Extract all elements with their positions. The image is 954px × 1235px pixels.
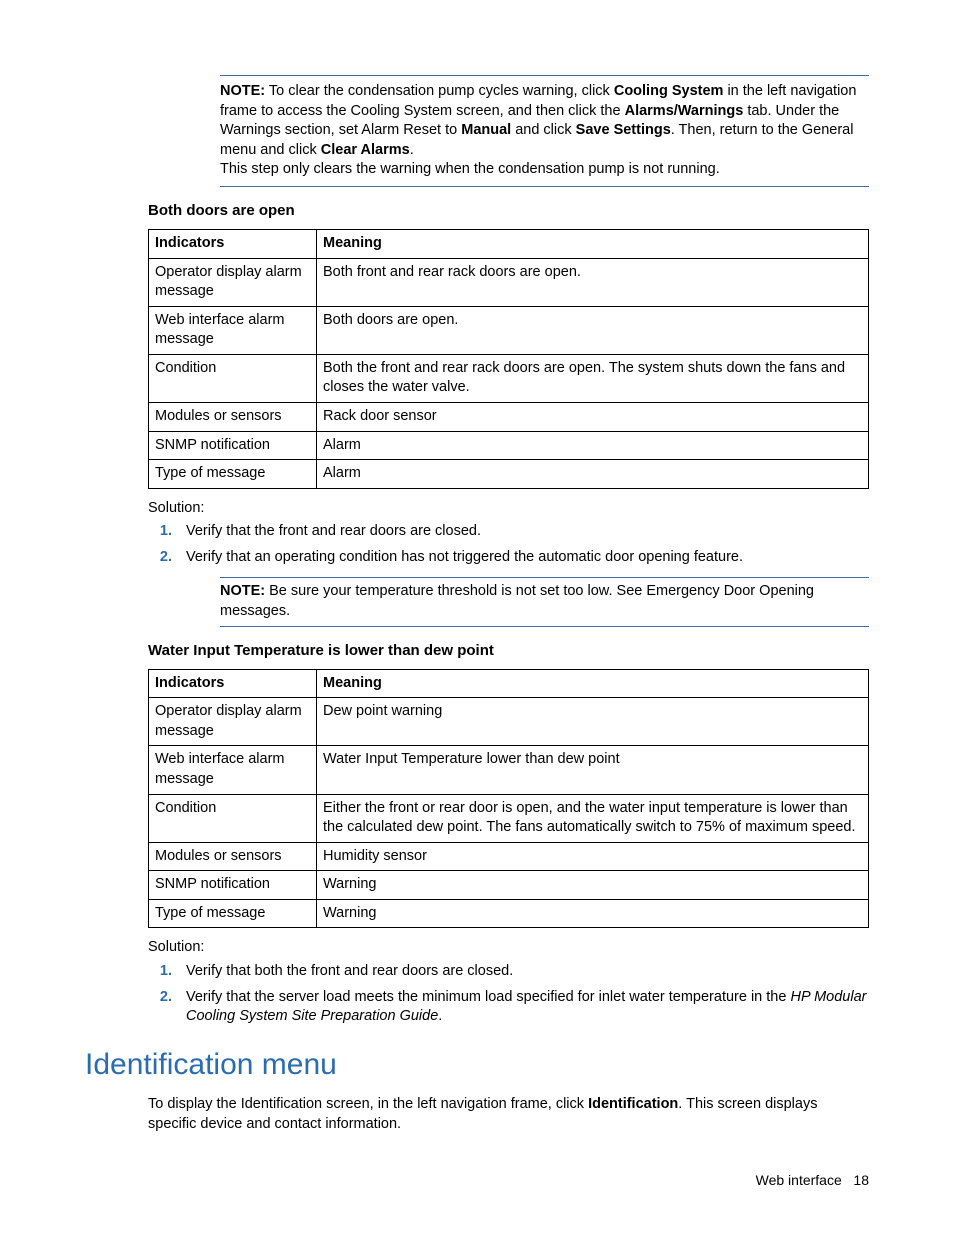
th-meaning: Meaning bbox=[317, 230, 869, 259]
list-item: Verify that an operating condition has n… bbox=[176, 548, 869, 568]
note-box-2: NOTE: Be sure your temperature threshold… bbox=[220, 577, 869, 626]
page-footer: Web interface 18 bbox=[756, 1171, 869, 1190]
footer-page: 18 bbox=[853, 1172, 869, 1188]
table-row: Operator display alarm messageDew point … bbox=[149, 698, 869, 746]
footer-label: Web interface bbox=[756, 1172, 842, 1188]
bold-text: Alarms/Warnings bbox=[625, 103, 744, 119]
table-header-row: Indicators Meaning bbox=[149, 669, 869, 698]
note-line2: This step only clears the warning when t… bbox=[220, 160, 869, 180]
note-text: . bbox=[410, 142, 414, 158]
table-row: Modules or sensorsHumidity sensor bbox=[149, 842, 869, 871]
list-item: Verify that both the front and rear door… bbox=[176, 962, 869, 982]
th-indicators: Indicators bbox=[149, 230, 317, 259]
table-row: Modules or sensorsRack door sensor bbox=[149, 403, 869, 432]
bold-text: Clear Alarms bbox=[321, 142, 410, 158]
table-water-input: Indicators Meaning Operator display alar… bbox=[148, 669, 869, 929]
list-item: Verify that the server load meets the mi… bbox=[176, 988, 869, 1027]
page-heading: Identification menu bbox=[85, 1045, 869, 1086]
table-row: SNMP notificationAlarm bbox=[149, 431, 869, 460]
bold-text: Cooling System bbox=[614, 83, 724, 99]
solution-steps-1: Verify that the front and rear doors are… bbox=[148, 522, 869, 567]
table-row: SNMP notificationWarning bbox=[149, 871, 869, 900]
table-row: Web interface alarm messageBoth doors ar… bbox=[149, 306, 869, 354]
table-row: ConditionEither the front or rear door i… bbox=[149, 794, 869, 842]
bold-text: Save Settings bbox=[576, 122, 671, 138]
solution-steps-2: Verify that both the front and rear door… bbox=[148, 962, 869, 1027]
th-indicators: Indicators bbox=[149, 669, 317, 698]
note-text: Be sure your temperature threshold is no… bbox=[220, 583, 814, 619]
bold-text: Identification bbox=[588, 1096, 678, 1112]
section-title-1: Both doors are open bbox=[148, 201, 869, 221]
note-text: and click bbox=[511, 122, 575, 138]
note-label: NOTE: bbox=[220, 83, 265, 99]
table-both-doors: Indicators Meaning Operator display alar… bbox=[148, 229, 869, 489]
table-row: Type of messageAlarm bbox=[149, 460, 869, 489]
table-row: Web interface alarm messageWater Input T… bbox=[149, 746, 869, 794]
solution-label-1: Solution: bbox=[148, 499, 869, 519]
note-box-1: NOTE: To clear the condensation pump cyc… bbox=[220, 75, 869, 187]
note-text: To clear the condensation pump cycles wa… bbox=[269, 83, 614, 99]
th-meaning: Meaning bbox=[317, 669, 869, 698]
section-title-2: Water Input Temperature is lower than de… bbox=[148, 641, 869, 661]
table-row: Operator display alarm messageBoth front… bbox=[149, 258, 869, 306]
note-label: NOTE: bbox=[220, 583, 265, 599]
table-header-row: Indicators Meaning bbox=[149, 230, 869, 259]
list-item: Verify that the front and rear doors are… bbox=[176, 522, 869, 542]
body-paragraph: To display the Identification screen, in… bbox=[148, 1095, 869, 1134]
table-row: ConditionBoth the front and rear rack do… bbox=[149, 354, 869, 402]
table-row: Type of messageWarning bbox=[149, 899, 869, 928]
solution-label-2: Solution: bbox=[148, 938, 869, 958]
bold-text: Manual bbox=[461, 122, 511, 138]
